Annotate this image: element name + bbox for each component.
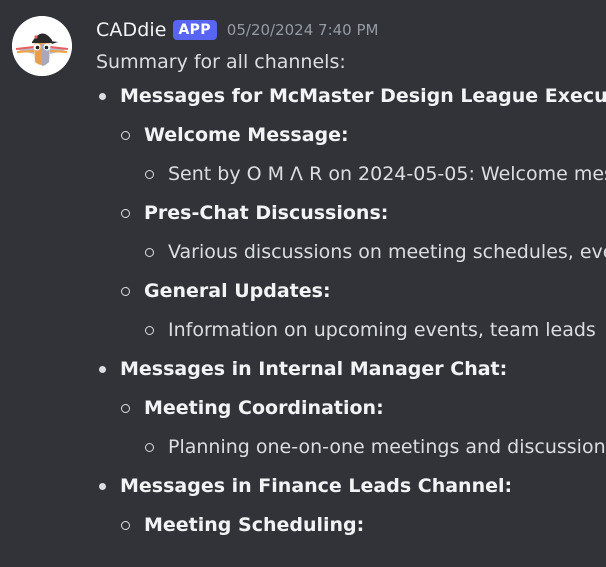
bullet-icon	[121, 404, 130, 413]
list-item: Pres-Chat Discussions:	[96, 194, 606, 233]
list-item-text: Pres-Chat Discussions:	[144, 202, 389, 224]
list-item: Planning one-on-one meetings and discuss…	[96, 428, 606, 467]
list-item-text: Meeting Coordination:	[144, 397, 384, 419]
list-item: Various discussions on meeting schedules…	[96, 233, 606, 272]
chat-message: CADdie APP 05/20/2024 7:40 PM Summary fo…	[0, 0, 606, 567]
bullet-icon	[145, 326, 154, 335]
message-header: CADdie APP 05/20/2024 7:40 PM	[96, 14, 606, 46]
bullet-icon	[121, 209, 130, 218]
bullet-icon	[99, 366, 106, 373]
bullet-icon	[99, 93, 106, 100]
list-item: Messages in Internal Manager Chat:	[96, 350, 606, 389]
list-item: Welcome Message:	[96, 116, 606, 155]
list-item-text: Meeting Scheduling:	[144, 514, 365, 536]
bullet-icon	[121, 287, 130, 296]
list-item-text: Messages in Internal Manager Chat:	[120, 358, 508, 380]
bullet-icon	[145, 248, 154, 257]
bullet-icon	[121, 521, 130, 530]
list-item: Messages in Finance Leads Channel:	[96, 467, 606, 506]
bird-mascot-avatar-icon[interactable]	[12, 16, 72, 76]
summary-line: Summary for all channels:	[96, 51, 346, 73]
app-badge: APP	[172, 20, 217, 40]
message-timestamp[interactable]: 05/20/2024 7:40 PM	[227, 21, 379, 39]
list-item-text: Various discussions on meeting schedules…	[168, 241, 606, 263]
message-content: CADdie APP 05/20/2024 7:40 PM Summary fo…	[96, 14, 606, 545]
bullet-icon	[145, 170, 154, 179]
list-item-text: Sent by O M Λ R on 2024-05-05: Welcome m…	[168, 163, 606, 185]
bullet-icon	[99, 483, 106, 490]
list-item-text: Messages for McMaster Design League Exec…	[120, 85, 606, 107]
summary-list: Messages for McMaster Design League Exec…	[96, 77, 606, 545]
bullet-icon	[145, 443, 154, 452]
list-item: General Updates:	[96, 272, 606, 311]
list-item: Meeting Coordination:	[96, 389, 606, 428]
list-item: Meeting Scheduling:	[96, 506, 606, 545]
list-item: Sent by O M Λ R on 2024-05-05: Welcome m…	[96, 155, 606, 194]
list-item-text: Messages in Finance Leads Channel:	[120, 475, 513, 497]
list-item-text: Planning one-on-one meetings and discuss…	[168, 436, 606, 458]
author-name[interactable]: CADdie	[96, 19, 167, 41]
list-item-text: Welcome Message:	[144, 124, 349, 146]
list-item: Messages for McMaster Design League Exec…	[96, 77, 606, 116]
list-item: Information on upcoming events, team lea…	[96, 311, 606, 350]
bullet-icon	[121, 131, 130, 140]
list-item-text: General Updates:	[144, 280, 331, 302]
list-item-text: Information on upcoming events, team lea…	[168, 319, 596, 341]
